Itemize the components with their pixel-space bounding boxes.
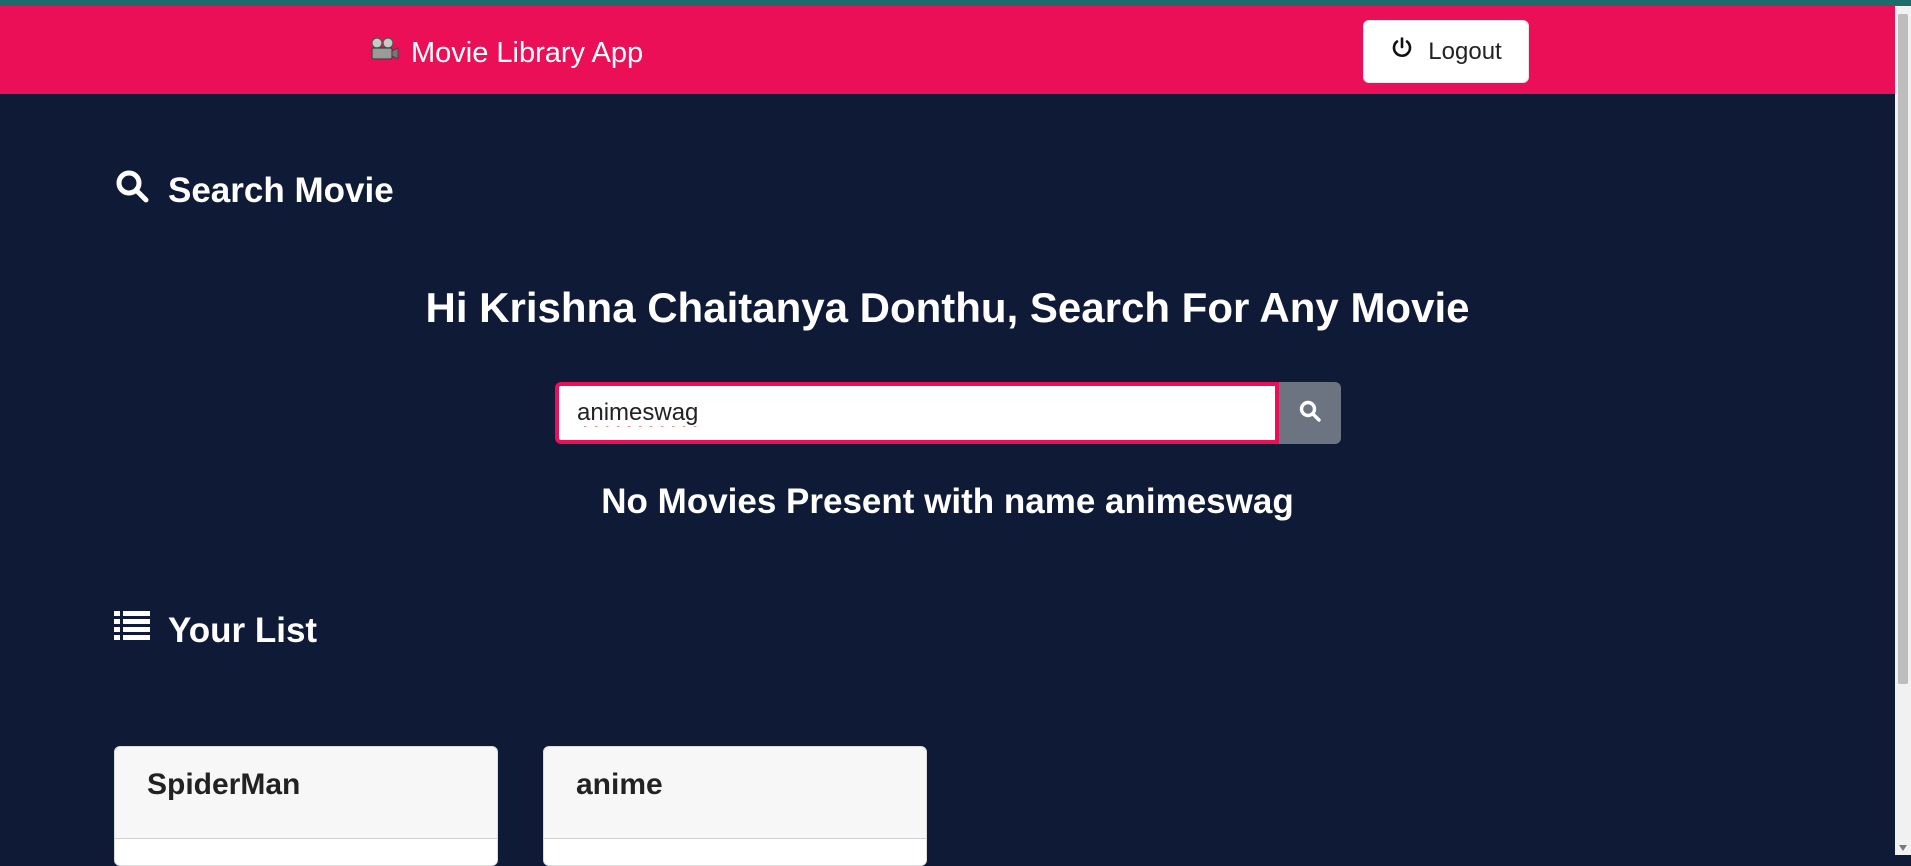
brand-title: Movie Library App [411,36,644,69]
movie-camera-icon [369,36,399,70]
movie-card[interactable]: SpiderMan [114,746,498,866]
list-section-heading: Your List [114,608,317,653]
search-icon [1298,399,1322,428]
power-icon [1390,36,1414,67]
vertical-scrollbar[interactable] [1895,6,1911,855]
search-section-heading: Search Movie [114,168,394,213]
logout-label: Logout [1428,37,1502,65]
search-bar [555,382,1341,444]
list-icon [114,608,150,653]
movie-card-body [544,839,926,865]
movie-card-body [115,839,497,865]
navbar: Movie Library App Logout [0,6,1895,94]
search-input[interactable] [555,382,1279,444]
search-icon [114,168,150,213]
search-section-title: Search Movie [168,170,394,210]
movie-card-title: anime [544,747,926,839]
search-button[interactable] [1279,382,1341,444]
brand[interactable]: Movie Library App [369,36,643,70]
no-results-message: No Movies Present with name animeswag [601,482,1294,521]
greeting-text: Hi Krishna Chaitanya Donthu, Search For … [425,284,1470,331]
movie-card[interactable]: anime [543,746,927,866]
logout-button[interactable]: Logout [1363,20,1529,83]
scroll-down-arrow-icon[interactable] [1899,845,1907,851]
list-section-title: Your List [168,610,318,650]
scrollbar-thumb[interactable] [1898,14,1908,684]
movie-card-title: SpiderMan [115,747,497,839]
